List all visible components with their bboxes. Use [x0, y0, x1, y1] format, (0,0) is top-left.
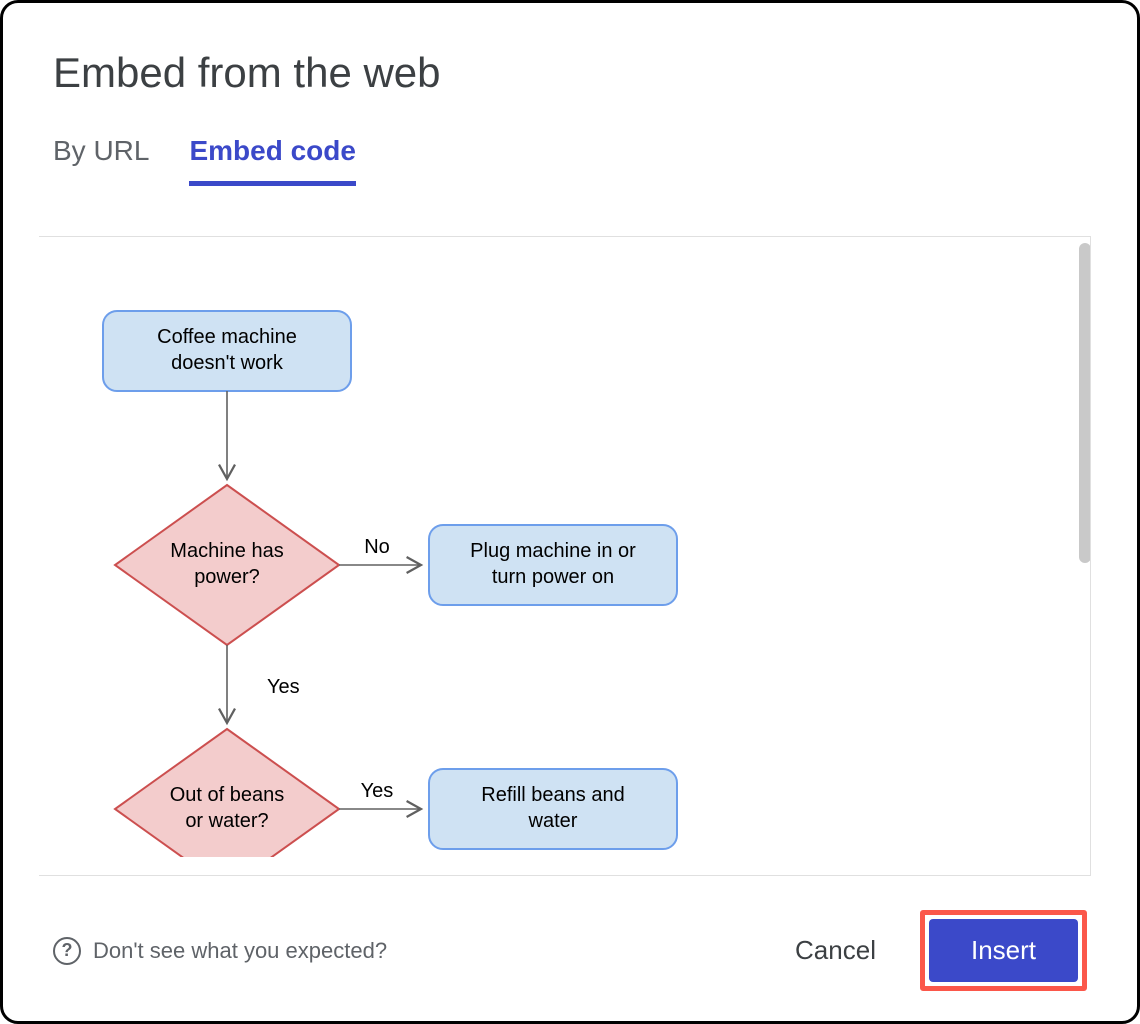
node-refill [429, 769, 677, 849]
node-start-line2: doesn't work [171, 352, 284, 374]
dialog-title: Embed from the web [53, 49, 1087, 97]
help-link[interactable]: ? Don't see what you expected? [53, 937, 387, 965]
embed-preview: Coffee machine doesn't work Machine has … [39, 236, 1091, 876]
node-start-line1: Coffee machine [157, 326, 297, 348]
dialog-footer: ? Don't see what you expected? Cancel In… [53, 876, 1087, 991]
flowchart-diagram: Coffee machine doesn't work Machine has … [39, 237, 1089, 857]
node-power-line1: Machine has [170, 540, 283, 562]
edge-power-no-label: No [364, 536, 390, 558]
node-refill-line2: water [528, 810, 578, 832]
edge-power-yes-label: Yes [267, 676, 300, 698]
node-refill-line1: Refill beans and [481, 784, 624, 806]
help-icon: ? [53, 937, 81, 965]
node-plug-line1: Plug machine in or [470, 540, 636, 562]
edge-beans-yes-label: Yes [361, 780, 394, 802]
cancel-button[interactable]: Cancel [773, 923, 898, 978]
node-power [115, 485, 339, 645]
embed-preview-area: Coffee machine doesn't work Machine has … [53, 236, 1087, 876]
preview-scrollbar[interactable] [1079, 243, 1091, 563]
node-power-line2: power? [194, 566, 260, 588]
dialog-tabs: By URL Embed code [53, 135, 1087, 186]
tab-by-url[interactable]: By URL [53, 135, 149, 186]
node-beans-line2: or water? [185, 810, 268, 832]
node-plug [429, 525, 677, 605]
help-text: Don't see what you expected? [93, 938, 387, 964]
tab-embed-code[interactable]: Embed code [189, 135, 355, 186]
node-start [103, 311, 351, 391]
node-plug-line2: turn power on [492, 566, 614, 588]
insert-highlight: Insert [920, 910, 1087, 991]
node-beans-line1: Out of beans [170, 784, 285, 806]
embed-dialog: Embed from the web By URL Embed code Cof… [0, 0, 1140, 1024]
insert-button[interactable]: Insert [929, 919, 1078, 982]
